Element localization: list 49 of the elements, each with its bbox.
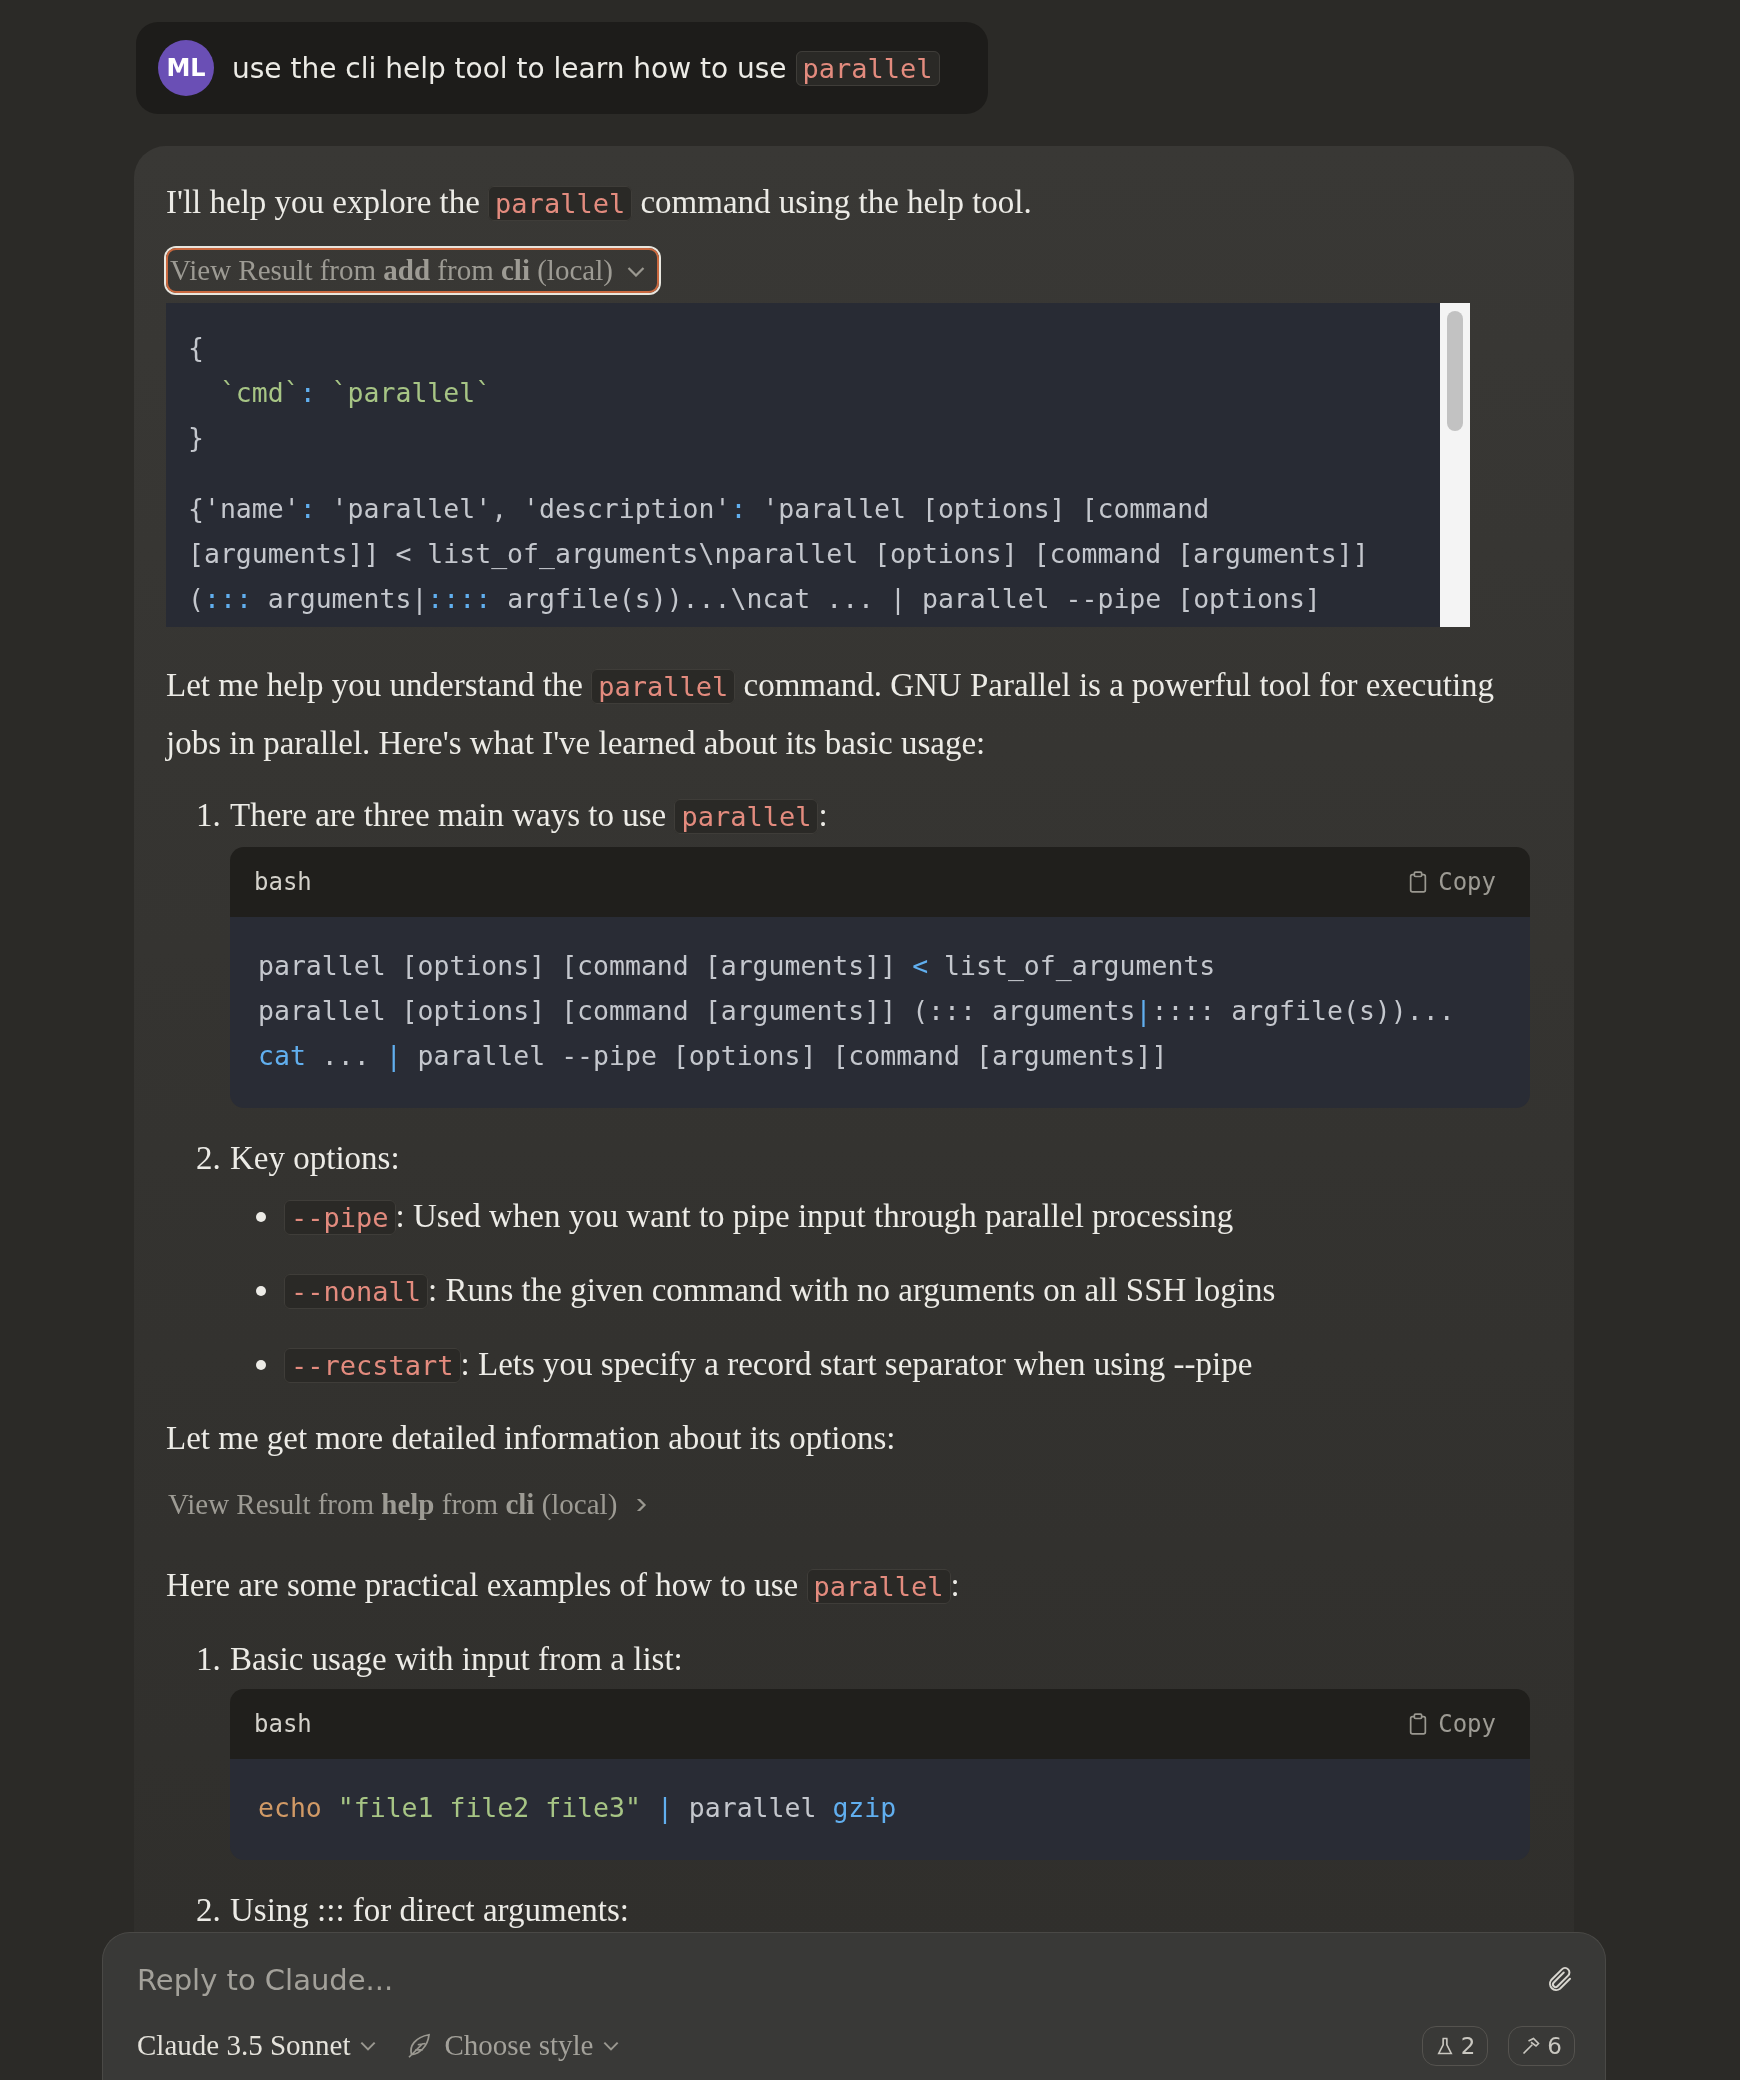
bullet-icon — [256, 1212, 266, 1222]
code-line: cat ... | parallel --pipe [options] [command [arguments]] — [258, 1039, 1169, 1074]
tool-result-toggle[interactable]: View Result from help from cli (local) — [166, 1482, 664, 1527]
code-line: echo "file1 file2 file3" | parallel gzip — [258, 1791, 898, 1826]
user-avatar: ML — [158, 40, 214, 96]
response-paragraph: Here are some practical examples of how to use parallel : — [166, 1566, 961, 1606]
response-paragraph: Let me help you understand the parallel command. GNU Parallel is a powerful tool for executing jobs in parallel. Here's what I've learned about its basic usage: — [166, 666, 1496, 763]
list-number: 2. — [196, 1139, 222, 1178]
chevron-down-icon — [626, 264, 645, 277]
code-line: [arguments]] < list_of_arguments\nparallel [options] [command [arguments]] — [188, 537, 1370, 571]
code-line: `cmd`: `parallel` — [218, 376, 493, 410]
list-item-text: Key options: — [230, 1139, 401, 1178]
list-number: 2. — [196, 1891, 222, 1930]
list-item-text: Using ::: for direct arguments: — [230, 1891, 630, 1930]
reply-input[interactable]: Reply to Claude... — [137, 1953, 1545, 2007]
clipboard-icon — [1408, 871, 1429, 893]
copy-button[interactable]: Copy — [1402, 1709, 1502, 1739]
bullet-icon — [256, 1360, 266, 1370]
code-line: parallel [options] [command [arguments]] (::: arguments|:::: argfile(s))... — [258, 994, 1456, 1029]
code-line: {'name': 'parallel', 'description': 'parallel [options] [command — [188, 492, 1211, 526]
tool-result-toggle[interactable]: View Result from add from cli (local) — [166, 248, 659, 293]
tools-button[interactable]: 6 — [1508, 2025, 1575, 2066]
code-line: } — [188, 421, 205, 455]
hammer-icon — [1521, 2035, 1542, 2056]
reply-composer[interactable]: Reply to Claude... Claude 3.5 Sonnet Choose style 2 6 — [102, 1932, 1606, 2080]
code-line: (::: arguments|:::: argfile(s))...\ncat ... | parallel --pipe [options] — [188, 582, 1322, 617]
features-button[interactable]: 2 — [1421, 2025, 1489, 2066]
list-item-text: --pipe : Used when you want to pipe input through parallel processing — [284, 1188, 1234, 1246]
response-paragraph: I'll help you explore the parallel command using the help tool. — [166, 183, 1033, 223]
code-language: bash — [254, 1710, 312, 1738]
user-message: use the cli help tool to learn how to use parallel — [232, 51, 940, 85]
model-selector[interactable]: Claude 3.5 Sonnet — [137, 2021, 377, 2070]
caret-icon — [360, 2040, 377, 2051]
list-item-text: There are three main ways to use parallel : — [230, 796, 829, 836]
list-number: 1. — [196, 1640, 222, 1679]
clipboard-icon — [1408, 1713, 1429, 1735]
code-line: { — [188, 331, 205, 365]
list-item-text: --recstart : Lets you specify a record start separator when using --pipe — [284, 1336, 1253, 1394]
list-number: 1. — [196, 796, 222, 835]
code-language: bash — [254, 868, 312, 896]
bullet-icon — [256, 1286, 266, 1296]
copy-button[interactable]: Copy — [1402, 867, 1502, 897]
scrollbar[interactable] — [1440, 303, 1470, 627]
code-line: parallel [options] [command [arguments]] < list_of_arguments — [258, 949, 1217, 983]
list-item-text: Basic usage with input from a list: — [230, 1640, 684, 1679]
response-paragraph: Let me get more detailed information about its options: — [166, 1419, 897, 1458]
caret-icon — [603, 2040, 620, 2051]
list-item-text: --nonall : Runs the given command with no arguments on all SSH logins — [284, 1262, 1276, 1320]
style-selector[interactable]: Choose style — [404, 2021, 620, 2070]
